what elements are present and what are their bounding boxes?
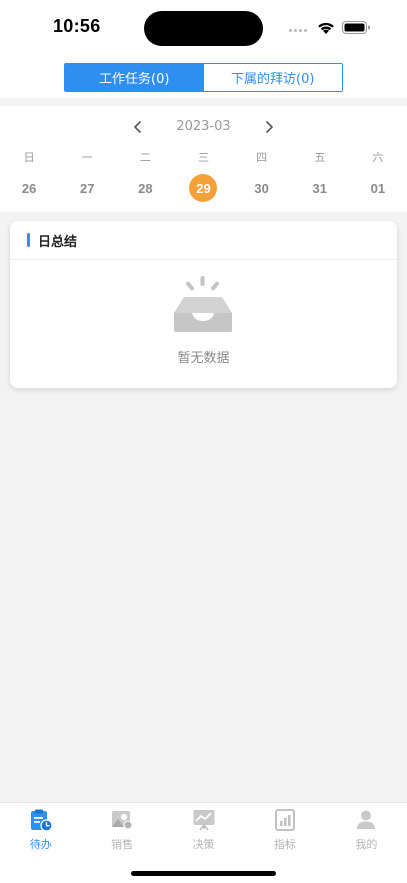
tab-work-tasks[interactable]: 工作任务(0) (65, 64, 204, 91)
sales-icon (112, 811, 133, 830)
tab-label: 指标 (273, 838, 296, 851)
empty-state-text: 暂无数据 (177, 351, 230, 366)
date-number: 29 (189, 174, 218, 202)
decision-icon (193, 810, 215, 831)
calendar-nav: 2023-03 (0, 116, 407, 138)
card-title: 日总结 (38, 234, 78, 250)
dynamic-island (144, 11, 263, 46)
weekday-label: 六 (372, 151, 384, 164)
tab-metrics[interactable]: 指标 (244, 803, 325, 853)
tab-label: 决策 (192, 838, 215, 851)
weekday-label: 日 (23, 151, 35, 164)
weekday-row: 日 一 二 三 四 五 六 (0, 149, 407, 165)
date-number: 26 (21, 180, 37, 196)
status-time: 10:56 (53, 16, 101, 36)
date-number: 30 (254, 180, 269, 196)
date-cell[interactable]: 26 (0, 174, 58, 202)
weekday-label: 三 (197, 151, 209, 164)
tab-subordinate-visits[interactable]: 下属的拜访(0) (203, 64, 342, 91)
calendar-month: 2023-03 (176, 119, 231, 134)
tab-label: 我的 (355, 838, 378, 851)
tab-profile[interactable]: 我的 (326, 803, 407, 853)
weekday-label: 四 (256, 151, 268, 164)
date-cell[interactable]: 30 (233, 174, 291, 202)
date-cell[interactable]: 27 (58, 174, 116, 202)
weekday-label: 五 (314, 151, 326, 164)
date-number: 27 (79, 180, 95, 196)
header: 工作任务(0) 下属的拜访(0) (0, 56, 407, 98)
metrics-icon (274, 809, 295, 831)
profile-icon (357, 810, 376, 829)
title-accent-bar (27, 233, 30, 247)
date-cell[interactable]: 28 (116, 174, 174, 202)
week-calendar: 2023-03 日 一 二 三 四 五 六 26 27 28 29 30 31 … (0, 106, 407, 212)
weekday-label: 二 (139, 151, 151, 164)
tab-label: 待办 (29, 838, 52, 851)
tab-decision[interactable]: 决策 (163, 803, 244, 853)
todo-icon (30, 809, 53, 832)
empty-inbox-icon (174, 276, 232, 332)
home-indicator (131, 871, 276, 876)
weekday-label: 一 (81, 151, 93, 164)
tab-todo[interactable]: 待办 (0, 803, 81, 853)
status-bar: 10:56 (0, 0, 407, 56)
wifi-icon (318, 22, 334, 34)
daily-summary-card: 日总结 暂无数据 (10, 221, 397, 388)
date-number: 31 (312, 180, 327, 196)
date-cell[interactable]: 01 (349, 174, 407, 202)
date-row: 26 27 28 29 30 31 01 (0, 174, 407, 202)
date-cell[interactable]: 31 (291, 174, 349, 202)
segmented-control: 工作任务(0) 下属的拜访(0) (64, 63, 343, 92)
date-cell-selected[interactable]: 29 (174, 174, 232, 202)
date-number: 28 (138, 180, 153, 196)
date-number: 01 (370, 180, 386, 196)
tab-label: 销售 (111, 838, 134, 851)
card-header: 日总结 (10, 221, 397, 260)
tab-sales[interactable]: 销售 (81, 803, 162, 853)
battery-icon (342, 21, 370, 34)
signal-icon (289, 29, 307, 32)
chevron-right-icon[interactable] (261, 118, 277, 136)
